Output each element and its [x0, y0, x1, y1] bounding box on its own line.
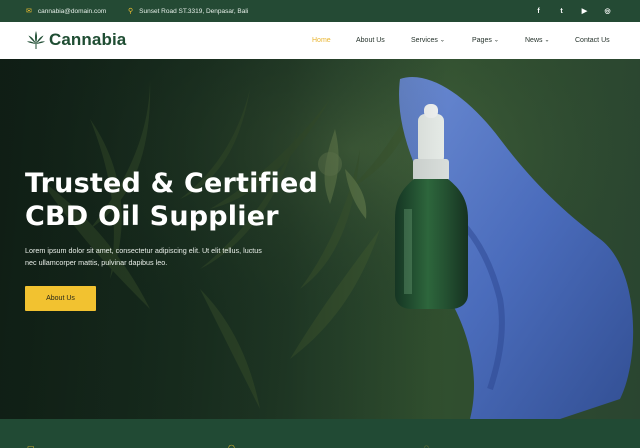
map-pin-icon: ⚲	[128, 7, 134, 15]
envelope-icon: ✉	[26, 7, 32, 15]
nav-pages[interactable]: Pages ⌄	[472, 22, 499, 59]
hero-title: Trusted & Certified CBD Oil Supplier	[25, 167, 318, 233]
nav-services[interactable]: Services ⌄	[411, 22, 445, 59]
nav-label: Pages	[472, 37, 492, 44]
chevron-down-icon: ⌄	[544, 37, 550, 44]
nav-contact-us[interactable]: Contact Us	[575, 22, 610, 59]
nav-label: Home	[312, 37, 331, 44]
nav-label: Services	[411, 37, 438, 44]
about-us-button-label: About Us	[46, 295, 75, 302]
instagram-icon[interactable]: ◎	[603, 7, 612, 15]
cannabis-leaf-icon	[27, 31, 45, 49]
hero-overlay	[0, 59, 640, 419]
hero-title-line2: CBD Oil Supplier	[25, 201, 279, 232]
twitter-icon[interactable]: t	[557, 8, 566, 15]
nav-label: News	[525, 37, 543, 44]
top-bar: ✉ cannabia@domain.com ⚲ Sunset Road ST.3…	[0, 0, 640, 22]
nav-news[interactable]: News ⌄	[525, 22, 550, 59]
youtube-icon[interactable]: ▶	[580, 7, 589, 15]
badge-icon: ◠	[228, 443, 235, 448]
hero-description: Lorem ipsum dolor sit amet, consectetur …	[25, 246, 262, 267]
email-text: cannabia@domain.com	[37, 7, 107, 15]
hero-section: Trusted & Certified CBD Oil Supplier Lor…	[0, 59, 640, 419]
contact-email[interactable]: ✉ cannabia@domain.com	[26, 0, 106, 22]
navbar: Cannabia Home About Us Services ⌄ Pages …	[0, 22, 640, 59]
site-logo[interactable]: Cannabia	[26, 30, 126, 50]
nav-about-us[interactable]: About Us	[356, 22, 385, 59]
chevron-down-icon: ⌄	[493, 37, 499, 44]
about-us-button[interactable]: About Us	[25, 286, 96, 311]
social-links: f t ▶ ◎	[534, 0, 612, 22]
chevron-down-icon: ⌄	[439, 37, 445, 44]
nav-home[interactable]: Home	[312, 22, 331, 59]
nav-label: About Us	[356, 37, 385, 44]
features-strip: ▭ ◠ ◌	[0, 419, 640, 448]
hero-title-line1: Trusted & Certified	[25, 168, 318, 199]
certificate-icon: ▭	[27, 443, 35, 448]
facebook-icon[interactable]: f	[534, 8, 543, 15]
logo-text: Cannabia	[49, 30, 127, 49]
address-text: Sunset Road ST.3319, Denpasar, Bali	[139, 7, 249, 15]
shield-icon: ◌	[424, 443, 429, 448]
contact-address: ⚲ Sunset Road ST.3319, Denpasar, Bali	[128, 0, 248, 22]
nav-label: Contact Us	[575, 37, 610, 44]
